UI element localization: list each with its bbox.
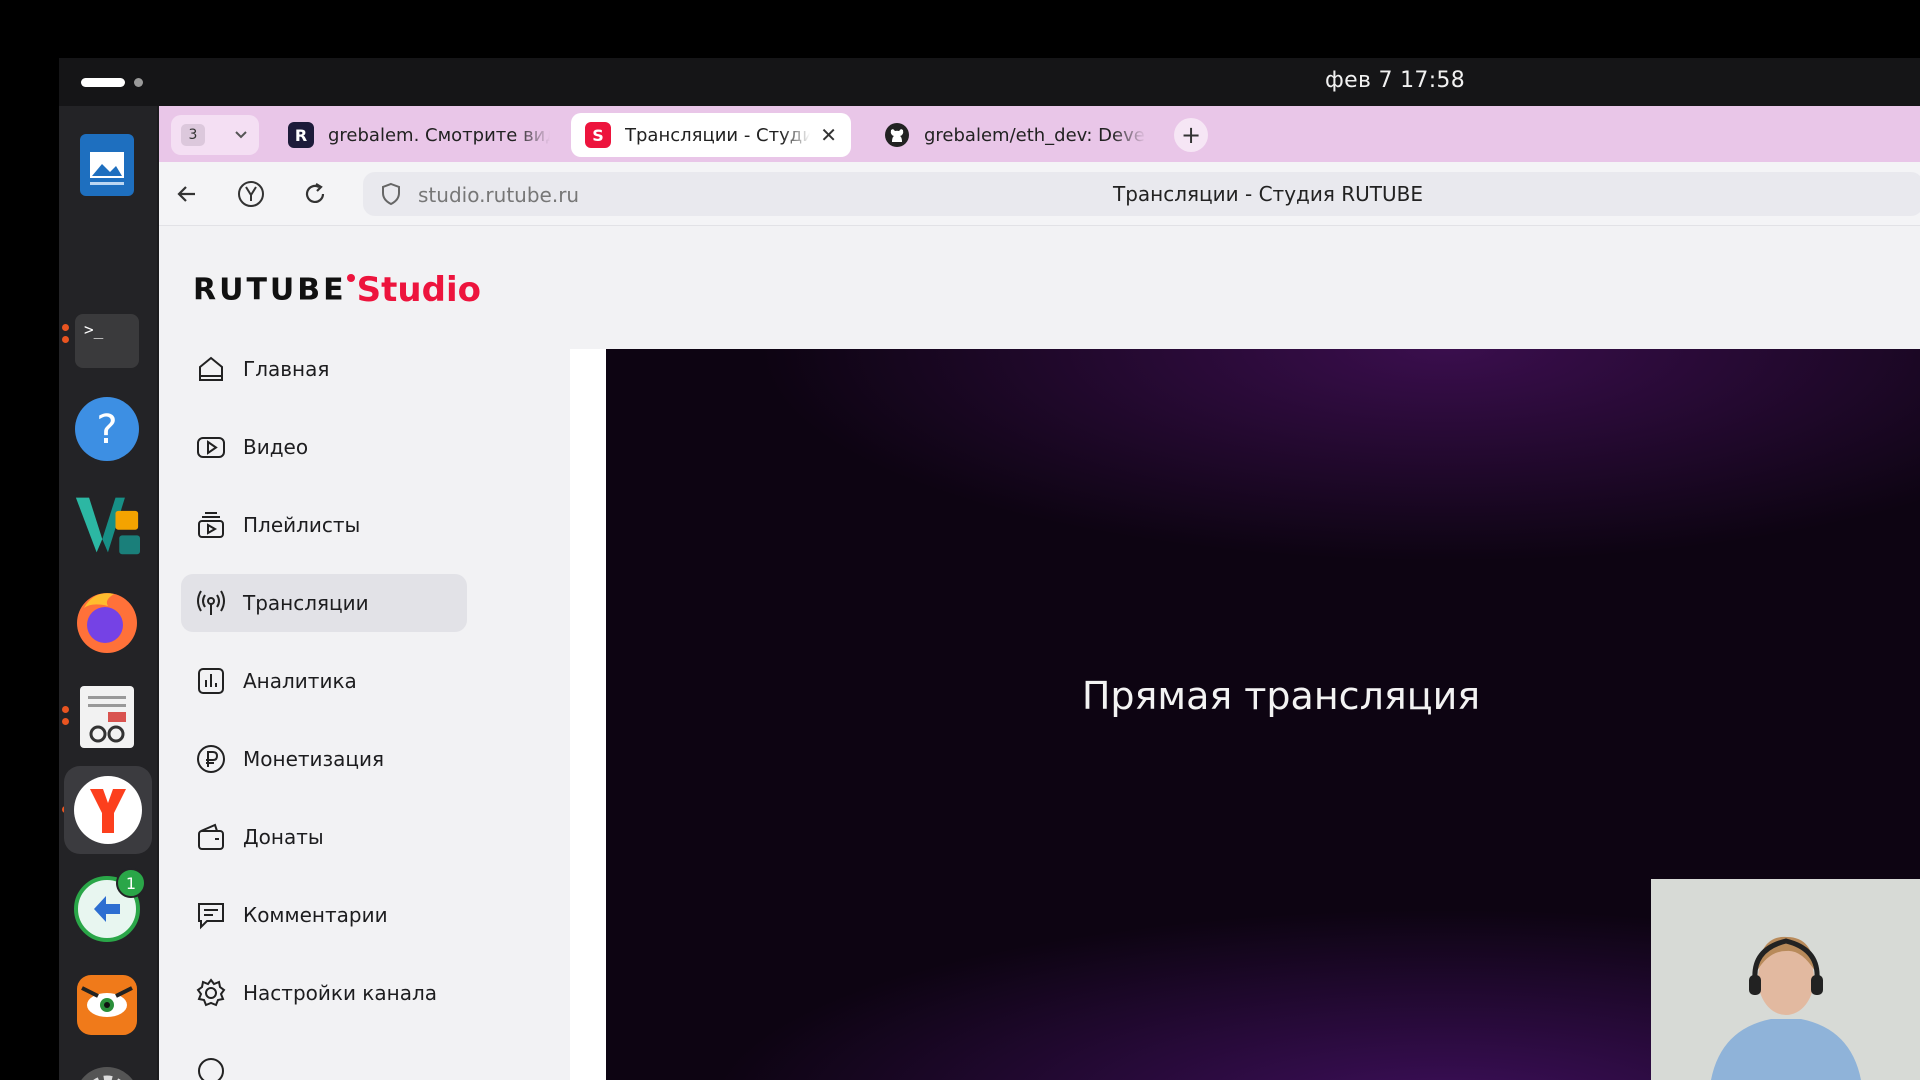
github-icon (884, 122, 910, 148)
code-editor-icon (75, 497, 140, 555)
shield-icon[interactable] (379, 182, 403, 206)
system-top-bar: фев 7 17:58 (59, 58, 1920, 106)
logo-dot-icon (346, 274, 355, 282)
arrow-left-icon (177, 186, 195, 202)
reload-button[interactable] (299, 178, 331, 210)
sidebar-item-label: Аналитика (243, 669, 357, 693)
dock-document-reader[interactable] (74, 684, 140, 750)
tab-group-button[interactable]: 3 (171, 115, 259, 155)
logo-rutube-text: RUTUBE (193, 272, 347, 308)
webcam-person-image (1651, 879, 1920, 1080)
sidebar-item-playlists[interactable]: Плейлисты (181, 496, 467, 554)
workspace-indicator[interactable] (134, 78, 143, 87)
new-tab-button[interactable]: + (1174, 118, 1208, 152)
sidebar-item-label: Видео (243, 435, 309, 459)
sidebar-item-label: Плейлисты (243, 513, 361, 537)
address-bar[interactable]: studio.rutube.ru Трансляции - Студия RUT… (363, 172, 1920, 216)
dock-yandex-browser[interactable] (64, 766, 152, 854)
dock: >_ ? 1 (59, 106, 157, 1080)
dock-help[interactable]: ? (74, 396, 140, 462)
sidebar-item-broadcasts[interactable]: Трансляции (181, 574, 467, 632)
dock-settings[interactable] (74, 1066, 140, 1080)
reload-icon (305, 183, 325, 203)
tab-grebalem[interactable]: R grebalem. Смотрите виде (274, 113, 564, 157)
dock-firefox[interactable] (74, 588, 140, 654)
broadcast-icon (197, 590, 225, 615)
dock-libreoffice-impress[interactable] (74, 132, 140, 198)
rutube-favicon-icon: R (288, 122, 314, 148)
tiger-app-icon (77, 975, 137, 1035)
desktop-screen: фев 7 17:58 >_ ? 1 3 R grebalem. Смотрит… (59, 58, 1920, 1080)
back-button[interactable] (171, 178, 203, 210)
dock-terminal[interactable]: >_ (74, 308, 140, 374)
workspace-indicator-active[interactable] (81, 78, 125, 87)
running-indicator (62, 324, 69, 331)
svg-text:?: ? (96, 407, 117, 453)
sidebar-item-label: Настройки канала (243, 981, 438, 1005)
clock[interactable]: фев 7 17:58 (1325, 68, 1465, 93)
running-indicator (62, 336, 69, 343)
running-indicator (62, 706, 69, 713)
sidebar-item-partial[interactable] (181, 1042, 467, 1080)
sidebar-item-label: Донаты (243, 825, 324, 849)
wallet-icon (198, 823, 224, 850)
sidebar-item-donations[interactable]: Донаты (181, 808, 467, 866)
impress-icon (80, 134, 134, 196)
hero-title: Прямая трансляция (1081, 674, 1481, 718)
comments-icon (198, 903, 224, 930)
firefox-icon (77, 593, 137, 653)
rutube-studio-logo[interactable]: RUTUBE Studio (193, 270, 481, 320)
url-text[interactable]: studio.rutube.ru (418, 183, 579, 207)
video-icon (197, 437, 225, 458)
tab-strip: 3 R grebalem. Смотрите виде S Трансляции… (159, 106, 1920, 162)
navigation-bar: studio.rutube.ru Трансляции - Студия RUT… (159, 162, 1920, 226)
tab-broadcasts[interactable]: S Трансляции - Студия RUTUBE ✕ (571, 113, 851, 157)
sidebar-item-monetization[interactable]: Монетизация (181, 730, 467, 788)
sidebar-item-channel-settings[interactable]: Настройки канала (181, 964, 467, 1022)
terminal-icon: >_ (75, 314, 139, 368)
dock-tiger-app[interactable] (74, 972, 140, 1038)
yandex-home-button[interactable] (235, 178, 267, 210)
webcam-overlay (1651, 879, 1920, 1080)
tab-github[interactable]: grebalem/eth_dev: Develop (870, 113, 1160, 157)
sidebar-item-home[interactable]: Главная (181, 340, 467, 398)
tab-title: grebalem/eth_dev: Develop (924, 124, 1146, 146)
sidebar-item-label: Монетизация (243, 747, 385, 771)
circle-icon (198, 1058, 224, 1080)
yandex-browser-icon (74, 776, 142, 844)
dock-code-editor[interactable] (74, 492, 140, 558)
help-icon: ? (75, 397, 139, 461)
tab-title: grebalem. Смотрите виде (328, 124, 550, 146)
yandex-logo-icon (238, 181, 264, 207)
playlists-icon (198, 512, 224, 538)
sidebar-item-label: Главная (243, 357, 330, 381)
tab-count: 3 (181, 124, 205, 146)
sidebar-item-analytics[interactable]: Аналитика (181, 652, 467, 710)
home-icon (199, 356, 223, 381)
sidebar-item-video[interactable]: Видео (181, 418, 467, 476)
analytics-icon (198, 668, 224, 694)
close-icon[interactable]: ✕ (820, 123, 837, 147)
svg-text:>_: >_ (84, 320, 104, 339)
logo-studio-text: Studio (356, 270, 481, 310)
ruble-icon (197, 745, 225, 773)
page-title: Трансляции - Студия RUTUBE (1113, 182, 1424, 206)
tab-title: Трансляции - Студия RUTUBE (625, 124, 811, 146)
running-indicator (62, 718, 69, 725)
chevron-down-icon (233, 126, 249, 146)
sidebar-item-comments[interactable]: Комментарии (181, 886, 467, 944)
gear-icon (196, 978, 226, 1007)
notification-badge: 1 (116, 868, 146, 898)
document-reader-icon (80, 686, 134, 748)
sidebar-item-label: Трансляции (243, 591, 369, 615)
settings-icon (81, 1067, 133, 1080)
dock-remote-desktop[interactable]: 1 (74, 868, 146, 942)
sidebar-item-label: Комментарии (243, 903, 388, 927)
studio-favicon-icon: S (585, 122, 611, 148)
